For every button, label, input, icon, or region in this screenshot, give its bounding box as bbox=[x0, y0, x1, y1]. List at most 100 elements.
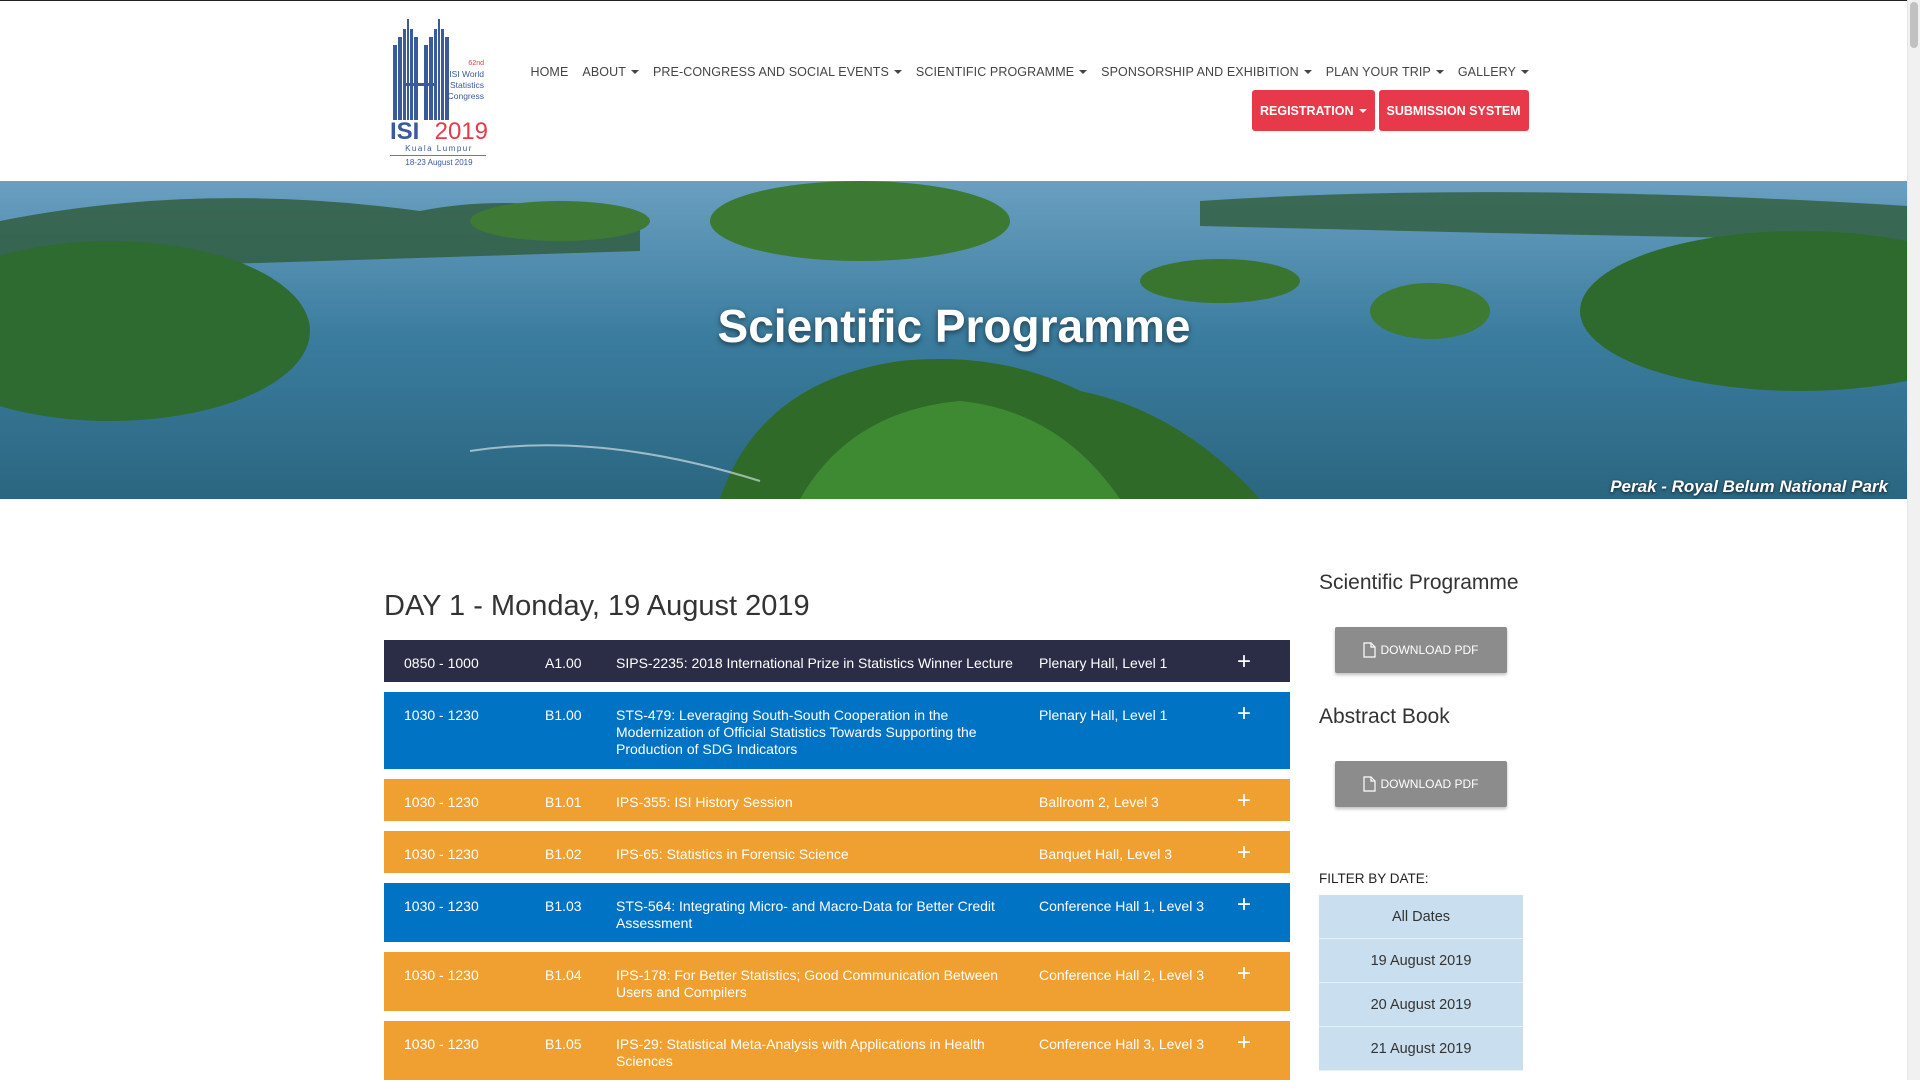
session-row[interactable]: 1030 - 1230 B1.03 STS-564: Integrating M… bbox=[384, 883, 1290, 942]
session-time: 1030 - 1230 bbox=[404, 1036, 479, 1052]
download-programme-label: DOWNLOAD PDF bbox=[1380, 643, 1479, 657]
session-row[interactable]: 1030 - 1230 B1.04 IPS-178: For Better St… bbox=[384, 952, 1290, 1011]
hero-banner: Scientific Programme Perak - Royal Belum… bbox=[0, 181, 1908, 499]
session-title: SIPS-2235: 2018 International Prize in S… bbox=[616, 655, 1013, 671]
logo-edition: 62nd bbox=[468, 60, 484, 67]
expand-plus-icon[interactable]: + bbox=[1237, 962, 1251, 986]
session-venue: Plenary Hall, Level 1 bbox=[1039, 707, 1168, 723]
hero-caption: Perak - Royal Belum National Park bbox=[1610, 477, 1888, 496]
nav-gallery-label: GALLERY bbox=[1457, 65, 1516, 79]
session-row[interactable]: 1030 - 1230 B1.05 IPS-29: Statistical Me… bbox=[384, 1021, 1290, 1080]
caret-down-icon bbox=[1079, 70, 1088, 74]
session-time: 1030 - 1230 bbox=[404, 794, 479, 810]
expand-plus-icon[interactable]: + bbox=[1237, 841, 1251, 865]
nav-scientific-programme[interactable]: SCIENTIFIC PROGRAMME bbox=[909, 65, 1094, 79]
logo-line1: ISI World bbox=[449, 69, 484, 79]
nav-about-label: ABOUT bbox=[582, 65, 626, 79]
logo-city: Kuala Lumpur bbox=[405, 144, 473, 153]
registration-label: REGISTRATION bbox=[1260, 103, 1354, 118]
session-time: 1030 - 1230 bbox=[404, 707, 479, 723]
session-row[interactable]: 1030 - 1230 B1.00 STS-479: Leveraging So… bbox=[384, 692, 1290, 769]
session-code: A1.00 bbox=[545, 655, 582, 671]
session-venue: Ballroom 2, Level 3 bbox=[1039, 794, 1159, 810]
session-code: B1.01 bbox=[545, 794, 582, 810]
caret-down-icon bbox=[1435, 70, 1444, 74]
filter-date-20-aug[interactable]: 20 August 2019 bbox=[1319, 983, 1523, 1027]
site-header: 62nd ISI World Statistics Congress ISI 2… bbox=[0, 1, 1908, 181]
session-venue: Plenary Hall, Level 1 bbox=[1039, 655, 1168, 671]
logo-isi: ISI bbox=[390, 118, 419, 145]
session-venue: Conference Hall 3, Level 3 bbox=[1039, 1036, 1204, 1052]
registration-button[interactable]: REGISTRATION bbox=[1252, 90, 1375, 131]
congress-logo[interactable]: 62nd ISI World Statistics Congress ISI 2… bbox=[388, 15, 490, 167]
session-title: IPS-355: ISI History Session bbox=[616, 794, 793, 810]
session-time: 1030 - 1230 bbox=[404, 846, 479, 862]
nav-pre-congress-label: PRE-CONGRESS AND SOCIAL EVENTS bbox=[652, 65, 889, 79]
session-venue: Banquet Hall, Level 3 bbox=[1039, 846, 1173, 862]
filter-all-dates[interactable]: All Dates bbox=[1319, 895, 1523, 939]
nav-gallery[interactable]: GALLERY bbox=[1451, 65, 1536, 79]
session-code: B1.03 bbox=[545, 898, 582, 914]
caret-down-icon bbox=[630, 70, 639, 74]
pdf-file-icon bbox=[1363, 776, 1377, 792]
caret-down-icon bbox=[1358, 108, 1367, 113]
session-time: 1030 - 1230 bbox=[404, 967, 479, 983]
nav-home[interactable]: HOME bbox=[523, 65, 575, 79]
session-time: 0850 - 1000 bbox=[404, 655, 479, 671]
nav-scientific-programme-label: SCIENTIFIC PROGRAMME bbox=[915, 65, 1075, 79]
download-programme-pdf-button[interactable]: DOWNLOAD PDF bbox=[1335, 627, 1507, 673]
expand-plus-icon[interactable]: + bbox=[1237, 893, 1251, 917]
expand-plus-icon[interactable]: + bbox=[1237, 1031, 1251, 1055]
session-title: IPS-29: Statistical Meta-Analysis with A… bbox=[616, 1036, 985, 1069]
nav-home-label: HOME bbox=[530, 65, 569, 79]
scrollbar-thumb[interactable] bbox=[1910, 2, 1918, 48]
expand-plus-icon[interactable]: + bbox=[1237, 789, 1251, 813]
expand-plus-icon[interactable]: + bbox=[1237, 702, 1251, 726]
submission-system-button[interactable]: SUBMISSION SYSTEM bbox=[1378, 90, 1529, 131]
logo-line2: Statistics bbox=[450, 80, 484, 90]
submission-label: SUBMISSION SYSTEM bbox=[1386, 103, 1521, 118]
caret-down-icon bbox=[1521, 70, 1529, 74]
logo-dates: 18-23 August 2019 bbox=[405, 158, 473, 167]
session-venue: Conference Hall 1, Level 3 bbox=[1039, 898, 1204, 914]
download-abstract-pdf-button[interactable]: DOWNLOAD PDF bbox=[1335, 761, 1507, 807]
abstract-book-heading: Abstract Book bbox=[1319, 705, 1450, 728]
caret-down-icon bbox=[1303, 70, 1312, 74]
session-title: STS-479: Leveraging South-South Cooperat… bbox=[616, 707, 977, 757]
logo-year: 2019 bbox=[435, 118, 488, 145]
filter-date-19-aug[interactable]: 19 August 2019 bbox=[1319, 939, 1523, 983]
session-code: B1.04 bbox=[545, 967, 582, 983]
nav-plan-trip-label: PLAN YOUR TRIP bbox=[1325, 65, 1431, 79]
download-abstract-label: DOWNLOAD PDF bbox=[1380, 777, 1479, 791]
session-code: B1.02 bbox=[545, 846, 582, 862]
nav-plan-trip[interactable]: PLAN YOUR TRIP bbox=[1319, 65, 1451, 79]
nav-pre-congress[interactable]: PRE-CONGRESS AND SOCIAL EVENTS bbox=[646, 65, 909, 79]
expand-plus-icon[interactable]: + bbox=[1237, 650, 1251, 674]
filter-date-21-aug[interactable]: 21 August 2019 bbox=[1319, 1027, 1523, 1071]
session-venue: Conference Hall 2, Level 3 bbox=[1039, 967, 1204, 983]
session-title: IPS-65: Statistics in Forensic Science bbox=[616, 846, 849, 862]
pdf-file-icon bbox=[1363, 642, 1377, 658]
session-row[interactable]: 1030 - 1230 B1.01 IPS-355: ISI History S… bbox=[384, 779, 1290, 821]
session-code: B1.00 bbox=[545, 707, 582, 723]
day-heading: DAY 1 - Monday, 19 August 2019 bbox=[384, 590, 810, 622]
nav-sponsorship-label: SPONSORSHIP AND EXHIBITION bbox=[1101, 65, 1299, 79]
nav-sponsorship[interactable]: SPONSORSHIP AND EXHIBITION bbox=[1094, 65, 1319, 79]
session-title: IPS-178: For Better Statistics; Good Com… bbox=[616, 967, 999, 1000]
page-scrollbar[interactable] bbox=[1907, 0, 1920, 1080]
session-row[interactable]: 1030 - 1230 B1.02 IPS-65: Statistics in … bbox=[384, 831, 1290, 873]
page-title: Scientific Programme bbox=[717, 300, 1191, 352]
logo-line3: Congress bbox=[448, 91, 484, 101]
session-row[interactable]: 0850 - 1000 A1.00 SIPS-2235: 2018 Intern… bbox=[384, 640, 1290, 682]
nav-about[interactable]: ABOUT bbox=[575, 65, 646, 79]
caret-down-icon bbox=[893, 70, 902, 74]
date-filter-list: All Dates 19 August 2019 20 August 2019 … bbox=[1319, 895, 1523, 1071]
session-code: B1.05 bbox=[545, 1036, 582, 1052]
header-action-buttons: REGISTRATION SUBMISSION SYSTEM bbox=[1252, 90, 1529, 131]
session-list: 0850 - 1000 A1.00 SIPS-2235: 2018 Intern… bbox=[384, 640, 1290, 1090]
session-time: 1030 - 1230 bbox=[404, 898, 479, 914]
main-nav: HOME ABOUT PRE-CONGRESS AND SOCIAL EVENT… bbox=[530, 63, 1536, 81]
session-title: STS-564: Integrating Micro- and Macro-Da… bbox=[616, 898, 995, 931]
filter-by-date-label: FILTER BY DATE: bbox=[1319, 871, 1429, 886]
programme-heading: Scientific Programme bbox=[1319, 571, 1519, 594]
